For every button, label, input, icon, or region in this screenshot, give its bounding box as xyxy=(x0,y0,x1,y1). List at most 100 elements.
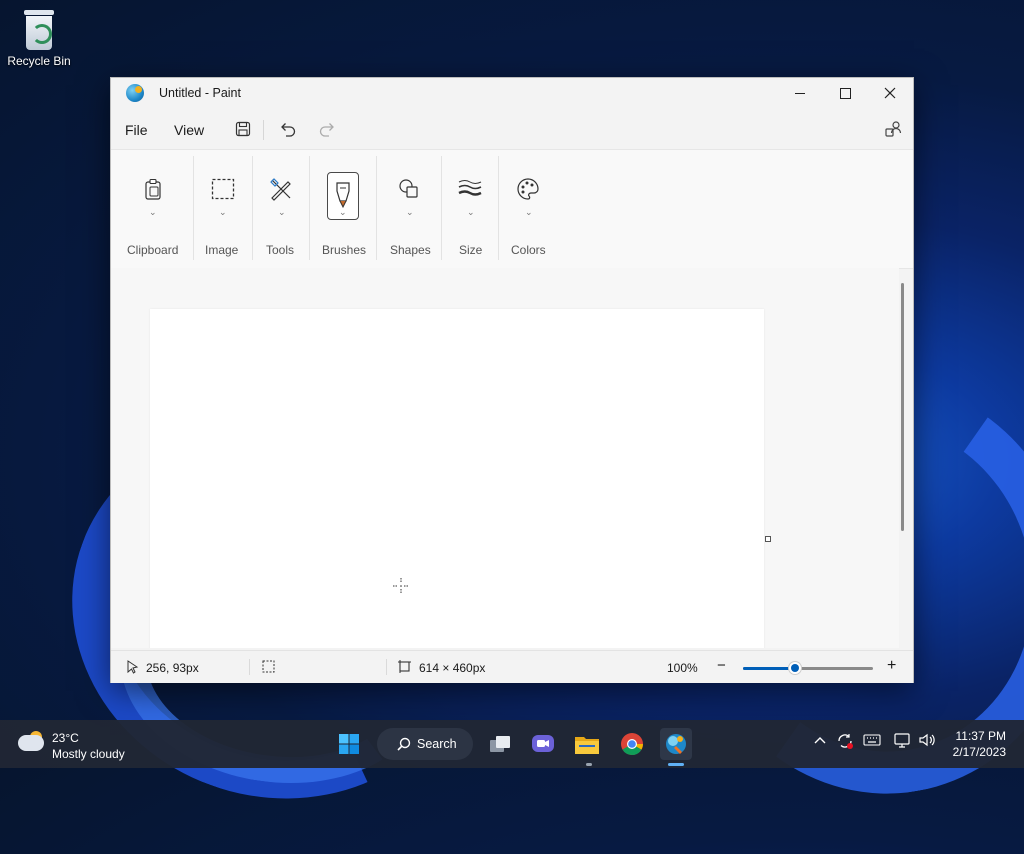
paint-app-icon xyxy=(126,84,144,102)
ribbon-label-tools: Tools xyxy=(266,243,295,257)
save-button[interactable] xyxy=(232,118,254,140)
chevron-down-icon: ⌄ xyxy=(278,208,286,218)
chevron-down-icon: ⌄ xyxy=(149,208,157,218)
canvas-size: 614 × 460px xyxy=(419,661,486,675)
drawing-canvas[interactable] xyxy=(150,309,764,648)
weather-widget[interactable]: 23°C Mostly cloudy xyxy=(18,729,138,761)
account-button[interactable] xyxy=(882,118,904,140)
ribbon-group-image[interactable]: ⌄ Image xyxy=(195,150,251,268)
zoom-slider-thumb[interactable] xyxy=(789,662,801,674)
ribbon-label-image: Image xyxy=(205,243,239,257)
sync-icon xyxy=(838,734,853,749)
search-icon xyxy=(397,737,411,751)
paint-taskbar-button[interactable] xyxy=(660,728,692,760)
ribbon-label-shapes: Shapes xyxy=(390,243,431,257)
volume-tray-button[interactable] xyxy=(918,732,936,751)
chevron-down-icon: ⌄ xyxy=(406,208,414,218)
redo-icon xyxy=(319,123,334,137)
ribbon-group-tools[interactable]: ⌄ Tools xyxy=(254,150,308,268)
cloud-icon xyxy=(18,735,44,751)
network-tray-button[interactable] xyxy=(894,732,912,751)
active-app-indicator xyxy=(668,763,684,766)
ribbon-separator xyxy=(252,156,253,260)
task-view-icon xyxy=(490,736,510,752)
desktop-icon-label: Recycle Bin xyxy=(7,54,71,68)
vertical-scrollbar[interactable] xyxy=(901,283,904,531)
ribbon-separator xyxy=(309,156,310,260)
paint-icon xyxy=(666,734,686,754)
taskbar: 23°C Mostly cloudy Search 11:37 PM 2/17/… xyxy=(0,720,1024,768)
chat-icon xyxy=(532,735,554,752)
undo-button[interactable] xyxy=(277,118,299,140)
crosshair-cursor-icon xyxy=(392,577,410,595)
zoom-slider[interactable] xyxy=(743,662,873,674)
save-icon xyxy=(235,121,251,137)
minimize-icon xyxy=(795,92,805,94)
size-icon xyxy=(453,172,487,206)
ribbon-group-colors[interactable]: ⌄ Colors xyxy=(500,150,560,268)
network-icon xyxy=(894,733,910,748)
ribbon-group-clipboard[interactable]: ⌄ Clipboard xyxy=(111,150,191,268)
zoom-out-button[interactable]: − xyxy=(717,657,726,674)
running-indicator xyxy=(586,763,592,766)
clipboard-icon xyxy=(136,172,170,206)
menu-bar: File View xyxy=(111,110,913,148)
close-button[interactable] xyxy=(867,78,913,108)
taskbar-search[interactable]: Search xyxy=(377,728,473,760)
recycle-bin-icon xyxy=(22,10,56,50)
ribbon-separator xyxy=(376,156,377,260)
canvas-resize-handle[interactable] xyxy=(765,536,771,542)
start-button[interactable] xyxy=(333,728,365,760)
zoom-slider-fill xyxy=(743,667,795,670)
weather-description: Mostly cloudy xyxy=(52,747,125,761)
minimize-button[interactable] xyxy=(777,78,823,108)
ribbon-separator xyxy=(193,156,194,260)
ribbon-group-brushes[interactable]: ⌄ Brushes xyxy=(311,150,375,268)
ribbon-label-size: Size xyxy=(459,243,483,257)
undo-icon xyxy=(281,123,296,137)
task-view-button[interactable] xyxy=(484,728,516,760)
selection-size-icon xyxy=(262,660,275,673)
chevron-up-icon xyxy=(814,737,826,744)
desktop-icon-recycle-bin[interactable]: Recycle Bin xyxy=(6,8,72,68)
chrome-icon xyxy=(621,733,643,755)
weather-temperature: 23°C xyxy=(52,731,79,745)
redo-button[interactable] xyxy=(316,118,338,140)
ribbon-label-brushes: Brushes xyxy=(322,243,367,257)
search-label: Search xyxy=(417,737,457,751)
status-bar: 256, 93px 614 × 460px 100% − + xyxy=(111,650,913,683)
system-clock[interactable]: 11:37 PM 2/17/2023 xyxy=(946,728,1006,760)
menu-view[interactable]: View xyxy=(174,122,204,138)
file-explorer-button[interactable] xyxy=(571,728,603,760)
paint-window: Untitled - Paint File View ⌄ Clipboard ⌄… xyxy=(110,77,914,683)
chevron-down-icon: ⌄ xyxy=(219,208,227,218)
zoom-in-button[interactable]: + xyxy=(887,657,896,675)
show-hidden-icons-button[interactable] xyxy=(813,734,827,749)
chevron-down-icon: ⌄ xyxy=(467,208,475,218)
menu-file[interactable]: File xyxy=(125,122,148,138)
ribbon-toolbar: ⌄ Clipboard ⌄ Image ⌄ Tools ⌄ Brushes ⌄ … xyxy=(111,149,913,269)
ribbon-group-size[interactable]: ⌄ Size xyxy=(443,150,497,268)
ribbon-group-shapes[interactable]: ⌄ Shapes xyxy=(378,150,440,268)
status-separator xyxy=(249,659,250,675)
keyboard-tray-button[interactable] xyxy=(863,734,881,749)
window-title: Untitled - Paint xyxy=(159,86,241,100)
cursor-position: 256, 93px xyxy=(146,661,199,675)
clock-date: 2/17/2023 xyxy=(952,745,1006,759)
file-explorer-icon xyxy=(575,737,599,754)
close-icon xyxy=(884,87,896,99)
ribbon-separator xyxy=(441,156,442,260)
sync-tray-button[interactable] xyxy=(836,732,854,753)
chrome-button[interactable] xyxy=(616,728,648,760)
canvas-size-icon xyxy=(398,660,411,673)
maximize-icon xyxy=(839,87,851,99)
chat-button[interactable] xyxy=(527,728,559,760)
tools-icon xyxy=(264,172,298,206)
ribbon-separator xyxy=(498,156,499,260)
title-bar[interactable]: Untitled - Paint xyxy=(111,78,913,108)
volume-icon xyxy=(919,733,935,747)
maximize-button[interactable] xyxy=(822,78,868,108)
menu-separator xyxy=(263,120,264,140)
palette-icon xyxy=(511,172,545,206)
canvas-area[interactable] xyxy=(111,268,899,648)
